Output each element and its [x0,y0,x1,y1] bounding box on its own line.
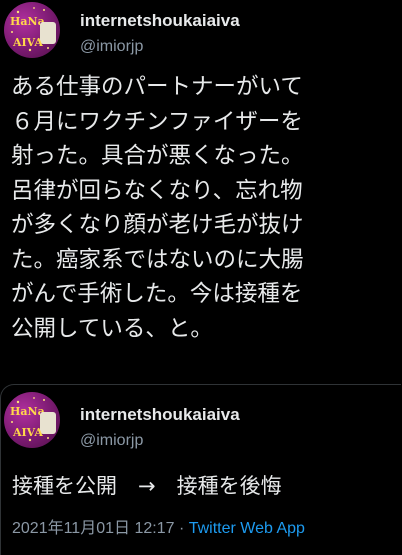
tweet-text: ある仕事のパートナーがいて ６月にワクチンファイザーを 射った。具合が悪くなった… [11,70,399,346]
tweet-metadata: 2021年11月01日 12:17 · Twitter Web App [12,514,305,538]
source-app-link[interactable]: Twitter Web App [189,520,305,537]
user-handle[interactable]: @imiorjp [80,38,143,56]
avatar[interactable]: HaNa AIVA [4,2,60,58]
tweet-text-line: が多くなり顔が老け毛が抜け [11,212,304,238]
tweet-text-line: がんで手術した。今は接種を [11,281,303,307]
tweet-text-line: 呂律が回らなくなり、忘れ物 [11,177,303,204]
quoted-avatar[interactable]: HaNa AIVA [4,392,60,448]
display-name[interactable]: internetshoukaiaiva [80,11,240,31]
quoted-user-handle[interactable]: @imiorjp [80,432,143,450]
tweet-text-line: ６月にワクチンファイザーを [11,108,303,135]
tweet-text-line: た。癌家系ではないのに大腸 [11,246,304,273]
quoted-display-name[interactable]: internetshoukaiaiva [80,405,240,425]
tweet-text-line: ある仕事のパートナーがいて [11,74,303,100]
timestamp[interactable]: 2021年11月01日 12:17 [12,520,175,537]
tweet-text-line: 射った。具合が悪くなった。 [11,143,304,169]
avatar-label-bottom: AIVA [13,426,43,439]
quoted-tweet-text: 接種を公開 → 接種を後悔 [12,474,282,498]
avatar-label-bottom: AIVA [13,36,43,49]
tweet-text-line: 公開している、と。 [11,315,213,342]
meta-separator: · [174,520,189,537]
